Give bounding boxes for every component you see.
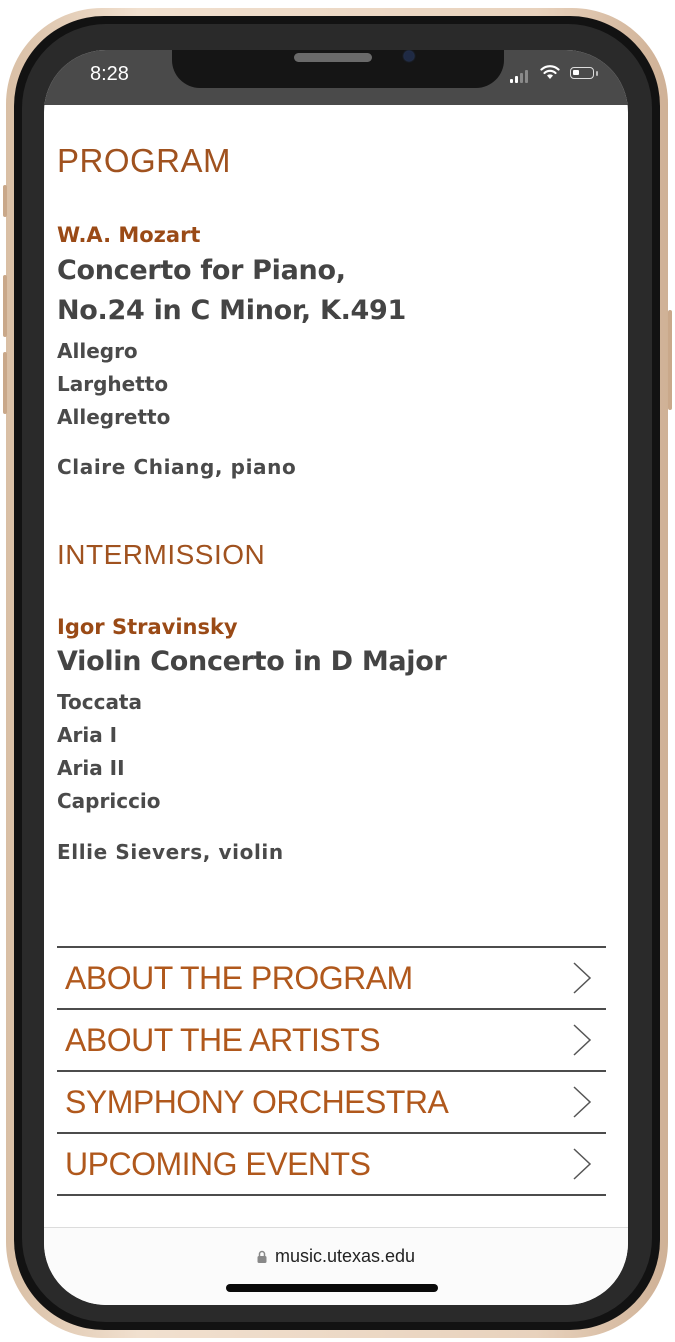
chevron-right-icon — [573, 1024, 592, 1056]
nav-about-the-program[interactable]: ABOUT THE PROGRAM — [57, 948, 606, 1010]
chevron-right-icon — [573, 962, 592, 994]
nav-about-the-artists[interactable]: ABOUT THE ARTISTS — [57, 1010, 606, 1072]
performer: Ellie Sievers, violin — [57, 840, 284, 864]
notch — [172, 50, 504, 88]
work-title-line: Concerto for Piano, — [57, 255, 346, 286]
work-title-line: No.24 in C Minor, K.491 — [57, 295, 407, 326]
nav-label: UPCOMING EVENTS — [65, 1145, 371, 1182]
movement-item: Toccata — [57, 690, 142, 714]
screen: 8:28 PROGRAM W.A. Mozart Concerto for Pi… — [44, 50, 628, 1305]
movement-item: Aria I — [57, 723, 118, 747]
movement-list: Allegro Larghetto Allegretto — [57, 335, 170, 434]
cellular-signal-icon — [510, 70, 528, 83]
composer-name: W.A. Mozart — [57, 223, 201, 247]
nav-symphony-orchestra[interactable]: SYMPHONY ORCHESTRA — [57, 1072, 606, 1134]
status-time: 8:28 — [90, 63, 129, 85]
front-camera — [404, 51, 414, 61]
nav-label: SYMPHONY ORCHESTRA — [65, 1083, 449, 1120]
program-nav: ABOUT THE PROGRAM ABOUT THE ARTISTS SYMP… — [57, 946, 606, 1196]
nav-upcoming-events[interactable]: UPCOMING EVENTS — [57, 1134, 606, 1196]
earpiece-speaker — [294, 53, 372, 62]
performer: Claire Chiang, piano — [57, 455, 297, 479]
lock-icon — [257, 1250, 267, 1263]
side-button-left — [3, 185, 7, 217]
movement-item: Capriccio — [57, 789, 161, 813]
work-title: Violin Concerto in D Major — [57, 642, 447, 682]
address-bar[interactable]: music.utexas.edu — [44, 1246, 628, 1267]
work-title-line: Violin Concerto in D Major — [57, 646, 447, 677]
battery-cap — [596, 71, 598, 76]
intermission-heading: INTERMISSION — [57, 539, 266, 570]
battery-icon — [570, 67, 594, 79]
chevron-right-icon — [573, 1086, 592, 1118]
movement-list: Toccata Aria I Aria II Capriccio — [57, 686, 161, 818]
browser-bottom-bar: music.utexas.edu — [44, 1227, 628, 1305]
battery-level — [573, 70, 579, 75]
nav-label: ABOUT THE ARTISTS — [65, 1021, 381, 1058]
nav-label: ABOUT THE PROGRAM — [65, 959, 413, 996]
movement-item: Allegro — [57, 339, 138, 363]
work-title: Concerto for Piano, No.24 in C Minor, K.… — [57, 251, 406, 331]
composer-name: Igor Stravinsky — [57, 615, 238, 639]
wifi-icon — [540, 65, 560, 79]
power-button — [668, 310, 672, 410]
movement-item: Aria II — [57, 756, 125, 780]
home-indicator[interactable] — [226, 1284, 438, 1292]
volume-up-button — [3, 275, 7, 337]
volume-down-button — [3, 352, 7, 414]
chevron-right-icon — [573, 1148, 592, 1180]
url-text: music.utexas.edu — [274, 1246, 416, 1266]
movement-item: Larghetto — [57, 372, 169, 396]
program-heading: PROGRAM — [57, 142, 232, 179]
movement-item: Allegretto — [57, 405, 171, 429]
